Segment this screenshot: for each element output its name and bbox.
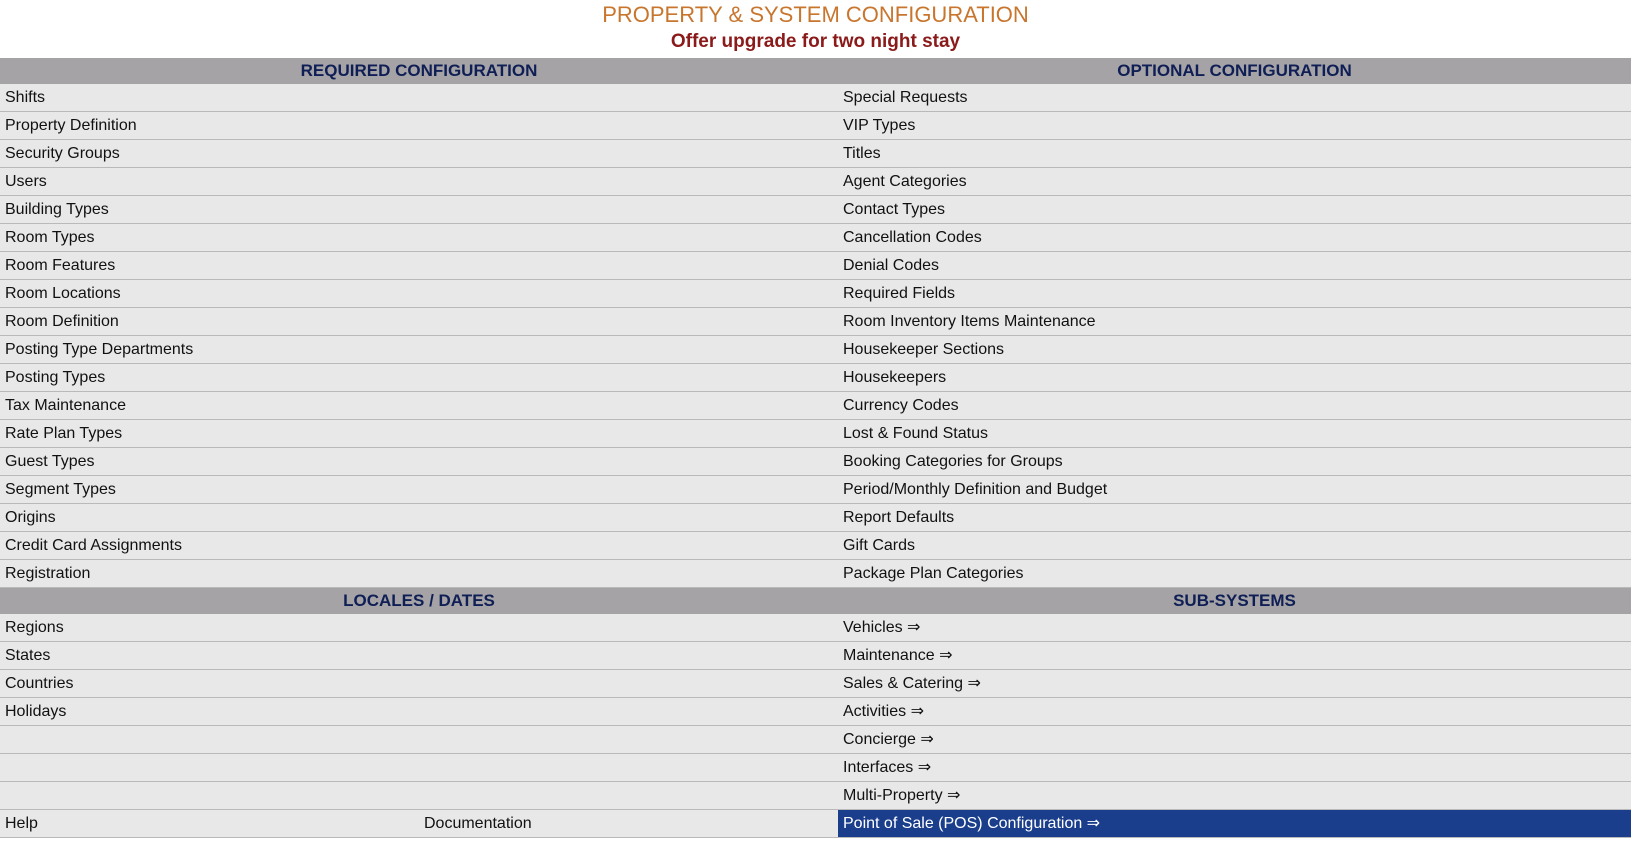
optional-item-gift-cards[interactable]: Gift Cards [838,532,1631,559]
optional-item-cancellation-codes[interactable]: Cancellation Codes [838,224,1631,251]
required-item-posting-types[interactable]: Posting Types [0,364,838,391]
required-item-guest-types[interactable]: Guest Types [0,448,838,475]
optional-item-denial-codes[interactable]: Denial Codes [838,252,1631,279]
table-row: States Maintenance ⇒ [0,642,1631,670]
optional-item-package-plan-categories[interactable]: Package Plan Categories [838,560,1631,587]
required-item-room-features[interactable]: Room Features [0,252,838,279]
help-link[interactable]: Help [0,810,419,837]
required-item-shifts[interactable]: Shifts [0,84,838,111]
optional-item-housekeeper-sections[interactable]: Housekeeper Sections [838,336,1631,363]
config-rows: Shifts Special Requests Property Definitio… [0,84,1631,588]
table-row: Credit Card Assignments Gift Cards [0,532,1631,560]
table-row: Shifts Special Requests [0,84,1631,112]
table-row: Room Locations Required Fields [0,280,1631,308]
pos-configuration-link[interactable]: Point of Sale (POS) Configuration ⇒ [838,810,1631,837]
subsystem-item-interfaces[interactable]: Interfaces ⇒ [838,754,1631,781]
optional-item-required-fields[interactable]: Required Fields [838,280,1631,307]
locale-item-regions[interactable]: Regions [0,614,838,641]
table-row: Tax Maintenance Currency Codes [0,392,1631,420]
subsystem-item-sales-catering[interactable]: Sales & Catering ⇒ [838,670,1631,697]
table-row: Concierge ⇒ [0,726,1631,754]
subsystem-item-maintenance[interactable]: Maintenance ⇒ [838,642,1631,669]
required-item-room-types[interactable]: Room Types [0,224,838,251]
optional-item-agent-categories[interactable]: Agent Categories [838,168,1631,195]
empty-cell [0,754,838,781]
empty-cell [0,782,838,809]
optional-config-title: OPTIONAL CONFIGURATION [1117,61,1352,80]
required-item-security-groups[interactable]: Security Groups [0,140,838,167]
required-item-registration[interactable]: Registration [0,560,838,587]
optional-item-lost-found-status[interactable]: Lost & Found Status [838,420,1631,447]
locale-item-countries[interactable]: Countries [0,670,838,697]
empty-cell [0,726,838,753]
optional-item-housekeepers[interactable]: Housekeepers [838,364,1631,391]
optional-item-titles[interactable]: Titles [838,140,1631,167]
optional-item-booking-categories-for-groups[interactable]: Booking Categories for Groups [838,448,1631,475]
optional-item-vip-types[interactable]: VIP Types [838,112,1631,139]
required-item-origins[interactable]: Origins [0,504,838,531]
table-row: Registration Package Plan Categories [0,560,1631,588]
optional-item-period-monthly-definition-and-budget[interactable]: Period/Monthly Definition and Budget [838,476,1631,503]
locales-section-header: LOCALES / DATES SUB-SYSTEMS [0,588,1631,614]
table-row: Multi-Property ⇒ [0,782,1631,810]
locale-rows: Regions Vehicles ⇒ States Maintenance ⇒ Coun… [0,614,1631,810]
table-row: Segment Types Period/Monthly Definition a… [0,476,1631,504]
table-row: Posting Types Housekeepers [0,364,1631,392]
required-item-room-locations[interactable]: Room Locations [0,280,838,307]
required-item-users[interactable]: Users [0,168,838,195]
footer-row: Help Documentation Point of Sale (POS) C… [0,810,1631,838]
optional-item-contact-types[interactable]: Contact Types [838,196,1631,223]
table-row: Building Types Contact Types [0,196,1631,224]
subsystem-item-activities[interactable]: Activities ⇒ [838,698,1631,725]
table-row: Room Types Cancellation Codes [0,224,1631,252]
optional-item-special-requests[interactable]: Special Requests [838,84,1631,111]
table-row: Property Definition VIP Types [0,112,1631,140]
required-item-building-types[interactable]: Building Types [0,196,838,223]
locale-item-states[interactable]: States [0,642,838,669]
table-row: Guest Types Booking Categories for Groups [0,448,1631,476]
table-row: Security Groups Titles [0,140,1631,168]
page-subtitle: Offer upgrade for two night stay [670,31,961,52]
required-item-tax-maintenance[interactable]: Tax Maintenance [0,392,838,419]
optional-item-report-defaults[interactable]: Report Defaults [838,504,1631,531]
table-row: Room Features Denial Codes [0,252,1631,280]
table-row: Regions Vehicles ⇒ [0,614,1631,642]
subsystem-item-vehicles[interactable]: Vehicles ⇒ [838,614,1631,641]
locale-item-holidays[interactable]: Holidays [0,698,838,725]
subsystem-item-multi-property[interactable]: Multi-Property ⇒ [838,782,1631,809]
required-item-property-definition[interactable]: Property Definition [0,112,838,139]
table-row: Rate Plan Types Lost & Found Status [0,420,1631,448]
subsystems-title: SUB-SYSTEMS [1173,591,1296,610]
optional-item-room-inventory-items-maintenance[interactable]: Room Inventory Items Maintenance [838,308,1631,335]
table-row: Room Definition Room Inventory Items Main… [0,308,1631,336]
table-row: Countries Sales & Catering ⇒ [0,670,1631,698]
required-item-room-definition[interactable]: Room Definition [0,308,838,335]
required-item-rate-plan-types[interactable]: Rate Plan Types [0,420,838,447]
table-row: Holidays Activities ⇒ [0,698,1631,726]
subsystem-item-concierge[interactable]: Concierge ⇒ [838,726,1631,753]
documentation-link[interactable]: Documentation [419,810,838,837]
page-title: PROPERTY & SYSTEM CONFIGURATION [602,2,1029,27]
table-row: Posting Type Departments Housekeeper Sect… [0,336,1631,364]
required-item-segment-types[interactable]: Segment Types [0,476,838,503]
required-item-credit-card-assignments[interactable]: Credit Card Assignments [0,532,838,559]
config-section-header: REQUIRED CONFIGURATION OPTIONAL CONFIGUR… [0,58,1631,84]
required-config-title: REQUIRED CONFIGURATION [300,61,538,80]
table-row: Users Agent Categories [0,168,1631,196]
optional-item-currency-codes[interactable]: Currency Codes [838,392,1631,419]
table-row: Origins Report Defaults [0,504,1631,532]
locales-title: LOCALES / DATES [343,591,495,610]
required-item-posting-type-departments[interactable]: Posting Type Departments [0,336,838,363]
footer-left: Help Documentation [0,810,838,837]
table-row: Interfaces ⇒ [0,754,1631,782]
